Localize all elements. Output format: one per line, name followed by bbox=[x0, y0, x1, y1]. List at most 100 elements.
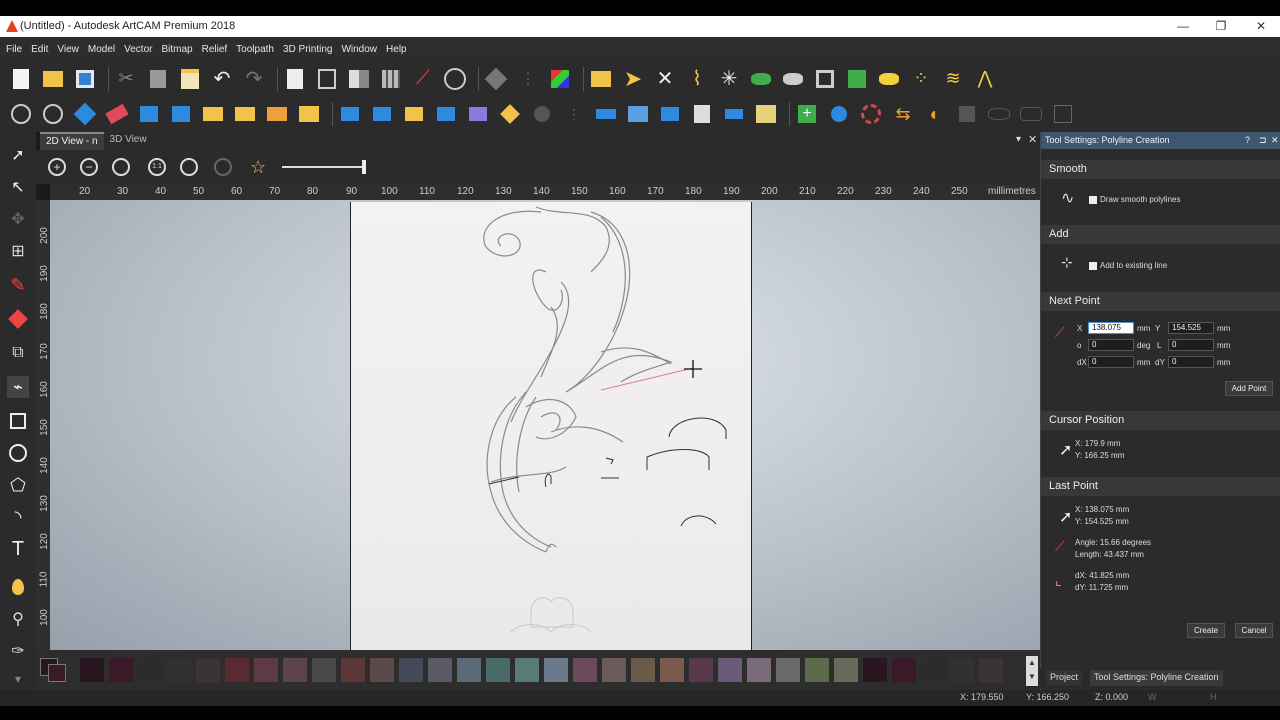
menu-edit[interactable]: Edit bbox=[31, 44, 48, 55]
grey-grid-icon[interactable] bbox=[954, 101, 980, 127]
palette-swatch[interactable] bbox=[863, 658, 887, 682]
trim-icon[interactable]: ✕ bbox=[652, 66, 678, 92]
node-edit-icon[interactable]: ↖ bbox=[7, 176, 29, 198]
import-vector-icon[interactable] bbox=[588, 66, 614, 92]
split-view-icon[interactable] bbox=[346, 66, 372, 92]
colour-select-icon[interactable] bbox=[547, 66, 573, 92]
fill-icon[interactable]: ⧉ bbox=[7, 342, 29, 364]
tabs-dropdown-icon[interactable]: ▾ bbox=[1016, 134, 1021, 145]
grey-dot-icon[interactable] bbox=[1050, 101, 1076, 127]
menu-help[interactable]: Help bbox=[386, 44, 407, 55]
menu-relief[interactable]: Relief bbox=[202, 44, 228, 55]
palette-swatch[interactable] bbox=[602, 658, 626, 682]
palette-swatch[interactable] bbox=[341, 658, 365, 682]
palette-swatch[interactable] bbox=[776, 658, 800, 682]
layers-relief-icon[interactable] bbox=[780, 66, 806, 92]
palette-swatch[interactable] bbox=[747, 658, 771, 682]
minimize-button[interactable]: — bbox=[1168, 18, 1198, 35]
help-icon[interactable]: ? bbox=[1245, 135, 1250, 145]
palette-swatch[interactable] bbox=[196, 658, 220, 682]
create-button[interactable]: Create bbox=[1187, 623, 1225, 638]
bitmap-to-vector-icon[interactable] bbox=[483, 66, 509, 92]
blue-bucket-icon[interactable] bbox=[826, 101, 852, 127]
paste-icon[interactable] bbox=[177, 66, 203, 92]
zoom-box-icon[interactable] bbox=[180, 158, 198, 176]
half-icon[interactable]: ◐ bbox=[922, 101, 948, 127]
robot-icon[interactable] bbox=[689, 101, 715, 127]
zoom-1-to-1-icon[interactable]: 1:1 bbox=[148, 158, 166, 176]
palette-swatch[interactable] bbox=[486, 658, 510, 682]
palette-swatch[interactable] bbox=[457, 658, 481, 682]
blue-flat-icon[interactable] bbox=[593, 101, 619, 127]
yellow-relief-icon[interactable] bbox=[876, 66, 902, 92]
menu-window[interactable]: Window bbox=[341, 44, 377, 55]
dx-input[interactable]: 0 bbox=[1088, 356, 1134, 368]
blue-plane-icon[interactable] bbox=[657, 101, 683, 127]
more-tools-icon[interactable]: ▾ bbox=[7, 668, 29, 690]
blue-stack-icon[interactable] bbox=[433, 101, 459, 127]
grey-bowl-icon[interactable] bbox=[529, 101, 555, 127]
blue-relief-icon[interactable] bbox=[72, 101, 98, 127]
draw-smooth-checkbox[interactable] bbox=[1089, 196, 1097, 204]
zoom-relief-icon[interactable] bbox=[8, 101, 34, 127]
palette-swatch[interactable] bbox=[428, 658, 452, 682]
eraser-red-icon[interactable] bbox=[7, 308, 29, 330]
dots-icon[interactable]: ⋮ bbox=[561, 101, 587, 127]
add-green-icon[interactable]: + bbox=[794, 101, 820, 127]
palette-swatch[interactable] bbox=[950, 658, 974, 682]
highlight-icon[interactable]: ☆ bbox=[250, 157, 266, 178]
vector-arrow-icon[interactable]: ➤ bbox=[620, 66, 646, 92]
tab-project[interactable]: Project bbox=[1046, 670, 1083, 686]
model-size-icon[interactable] bbox=[314, 66, 340, 92]
texture-icon[interactable] bbox=[200, 101, 226, 127]
zoom-out-icon[interactable]: − bbox=[80, 158, 98, 176]
close-button[interactable]: ✕ bbox=[1246, 18, 1276, 35]
purple-stack-icon[interactable] bbox=[465, 101, 491, 127]
red-wheel-icon[interactable] bbox=[858, 101, 884, 127]
add-point-button[interactable]: Add Point bbox=[1225, 381, 1273, 396]
sphere-icon[interactable] bbox=[40, 101, 66, 127]
layer-single-icon[interactable] bbox=[721, 101, 747, 127]
palette-swatch[interactable] bbox=[80, 658, 104, 682]
brush-icon[interactable]: ⚲ bbox=[7, 608, 29, 630]
mirror-icon[interactable]: ⇆ bbox=[890, 101, 916, 127]
palette-swatch[interactable] bbox=[834, 658, 858, 682]
palette-scrollbar[interactable]: ▲ ▼ bbox=[1026, 656, 1038, 686]
palette-swatch[interactable] bbox=[979, 658, 1003, 682]
measure-icon[interactable] bbox=[442, 66, 468, 92]
pencil-icon[interactable]: ✎ bbox=[7, 274, 29, 296]
palette-swatch[interactable] bbox=[892, 658, 916, 682]
drop-icon[interactable] bbox=[7, 576, 29, 598]
menu-model[interactable]: Model bbox=[88, 44, 115, 55]
palette-swatch[interactable] bbox=[312, 658, 336, 682]
tab-tool-settings[interactable]: Tool Settings: Polyline Creation bbox=[1090, 670, 1223, 686]
lattice-icon[interactable]: ⊞ bbox=[7, 240, 29, 262]
menu-file[interactable]: File bbox=[6, 44, 22, 55]
yellow-plate-icon[interactable] bbox=[401, 101, 427, 127]
palette-swatch[interactable] bbox=[225, 658, 249, 682]
palette-swatch[interactable] bbox=[167, 658, 191, 682]
panel-close-icon[interactable]: ✕ bbox=[1271, 135, 1279, 146]
drawing-canvas[interactable] bbox=[50, 200, 1040, 650]
menu-view[interactable]: View bbox=[57, 44, 79, 55]
polygon-tool-icon[interactable]: ⬠ bbox=[7, 474, 29, 496]
add-existing-checkbox[interactable] bbox=[1089, 262, 1097, 270]
menu-toolpath[interactable]: Toolpath bbox=[236, 44, 274, 55]
length-input[interactable]: 0 bbox=[1168, 339, 1214, 351]
palette-swatch[interactable] bbox=[109, 658, 133, 682]
palette-swatch[interactable] bbox=[689, 658, 713, 682]
zigzag-icon[interactable]: ⋀ bbox=[972, 66, 998, 92]
yellow-wedge-icon[interactable] bbox=[232, 101, 258, 127]
zoom-in-icon[interactable]: + bbox=[48, 158, 66, 176]
relief-green-icon[interactable] bbox=[748, 66, 774, 92]
pen-red-icon[interactable]: ⟋ bbox=[410, 66, 436, 92]
palette-swatch[interactable] bbox=[254, 658, 278, 682]
yellow-diamond-icon[interactable] bbox=[497, 101, 523, 127]
open-folder-icon[interactable] bbox=[40, 66, 66, 92]
palette-swatch[interactable] bbox=[370, 658, 394, 682]
palette-swatch[interactable] bbox=[399, 658, 423, 682]
grid-icon[interactable] bbox=[378, 66, 404, 92]
palette-swatch[interactable] bbox=[660, 658, 684, 682]
y-input[interactable]: 154.525 bbox=[1168, 322, 1214, 334]
blue-shape-b-icon[interactable] bbox=[168, 101, 194, 127]
